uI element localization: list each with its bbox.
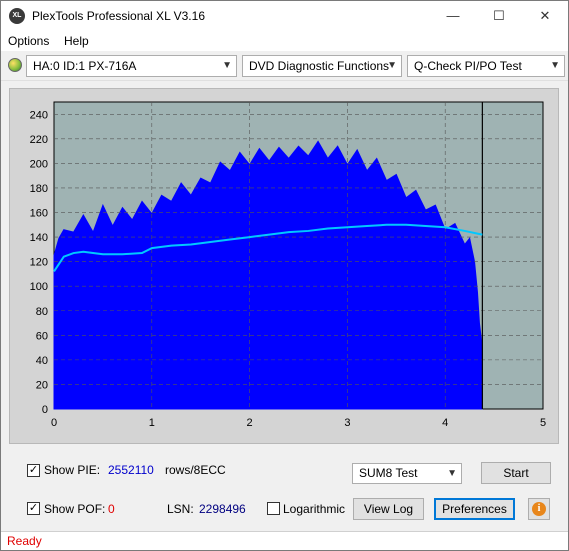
show-pie-checkbox[interactable]: ✓ (27, 464, 40, 477)
main-window: XL PlexTools Professional XL V3.16 — ☐ ✕… (0, 0, 569, 551)
menu-help[interactable]: Help (64, 34, 89, 48)
toolbar: HA:0 ID:1 PX-716A ▼ DVD Diagnostic Funct… (1, 51, 568, 81)
y-tick-label: 0 (42, 404, 48, 416)
test-select[interactable]: Q-Check PI/PO Test ▼ (407, 55, 565, 77)
menu-options[interactable]: Options (8, 34, 49, 48)
drive-select-value: HA:0 ID:1 PX-716A (33, 59, 137, 73)
function-select[interactable]: DVD Diagnostic Functions ▼ (242, 55, 402, 77)
y-tick-label: 80 (36, 306, 48, 318)
sum8-test-select[interactable]: SUM8 Test ▼ (352, 463, 462, 484)
chart-panel: 0 20 40 60 80 100 120 140 160 180 200 220 240 0 1 2 3 4 5 (9, 88, 559, 444)
status-bar: Ready (1, 531, 568, 550)
y-tick-label: 40 (36, 355, 48, 367)
x-tick-label: 5 (540, 417, 546, 429)
y-tick-label: 180 (30, 183, 48, 195)
title-bar: XL PlexTools Professional XL V3.16 — ☐ ✕ (1, 1, 568, 31)
logarithmic-checkbox[interactable] (267, 502, 280, 515)
y-tick-label: 100 (30, 281, 48, 293)
y-tick-label: 160 (30, 208, 48, 220)
test-select-value: Q-Check PI/PO Test (414, 59, 522, 73)
status-text: Ready (7, 534, 42, 548)
close-button[interactable]: ✕ (522, 1, 568, 31)
x-tick-label: 0 (51, 417, 57, 429)
view-log-button[interactable]: View Log (353, 498, 424, 520)
info-button[interactable]: i (528, 498, 550, 520)
minimize-button[interactable]: — (430, 1, 476, 31)
pof-value: 0 (108, 502, 115, 516)
preferences-button[interactable]: Preferences (434, 498, 515, 520)
drive-select[interactable]: HA:0 ID:1 PX-716A ▼ (26, 55, 237, 77)
chevron-down-icon: ▼ (222, 60, 232, 71)
y-tick-label: 20 (36, 379, 48, 391)
sum8-test-select-value: SUM8 Test (359, 466, 418, 480)
pie-chart-svg: 0 20 40 60 80 100 120 140 160 180 200 220 240 0 1 2 3 4 5 (30, 101, 546, 429)
y-tick-label: 220 (30, 134, 48, 146)
x-tick-label: 4 (442, 417, 448, 429)
x-tick-label: 2 (247, 417, 253, 429)
x-tick-label: 1 (149, 417, 155, 429)
lsn-value: 2298496 (199, 502, 246, 516)
app-logo-icon: XL (9, 8, 25, 24)
y-tick-label: 240 (30, 109, 48, 121)
y-tick-label: 60 (36, 330, 48, 342)
controls-panel: ✓ Show PIE: 2552110 rows/8ECC ✓ Show POF… (9, 451, 559, 529)
y-tick-label: 140 (30, 232, 48, 244)
show-pof-label: Show POF: (44, 502, 106, 516)
info-icon: i (532, 502, 546, 516)
pie-unit: rows/8ECC (165, 463, 226, 477)
chevron-down-icon: ▼ (447, 468, 457, 479)
menu-bar: Options Help (1, 31, 568, 51)
disc-drive-icon (8, 58, 22, 72)
y-tick-label: 200 (30, 158, 48, 170)
start-button[interactable]: Start (481, 462, 551, 484)
lsn-label: LSN: (167, 502, 194, 516)
function-select-value: DVD Diagnostic Functions (249, 59, 390, 73)
pie-value: 2552110 (108, 463, 154, 477)
chevron-down-icon: ▼ (387, 60, 397, 71)
chevron-down-icon: ▼ (550, 60, 560, 71)
show-pie-label: Show PIE: (44, 463, 101, 477)
y-tick-label: 120 (30, 257, 48, 269)
logarithmic-label: Logarithmic (283, 502, 346, 516)
maximize-button[interactable]: ☐ (476, 1, 522, 31)
show-pof-checkbox[interactable]: ✓ (27, 502, 40, 515)
x-tick-label: 3 (344, 417, 350, 429)
window-title: PlexTools Professional XL V3.16 (32, 9, 205, 23)
